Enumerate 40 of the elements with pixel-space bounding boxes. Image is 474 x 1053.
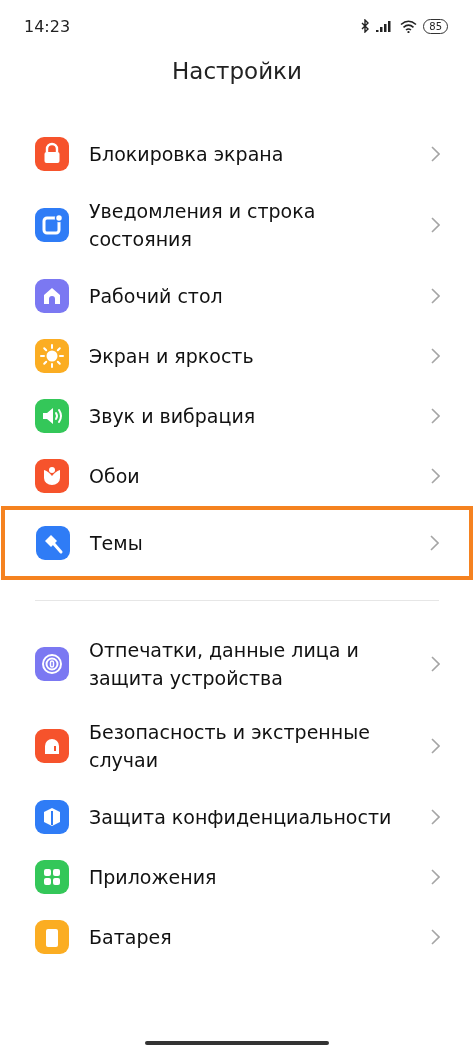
settings-item[interactable]: Защита конфиденциальности: [0, 787, 474, 847]
item-label: Рабочий стол: [89, 284, 224, 309]
bluetooth-icon: [361, 19, 371, 33]
item-label: Защита конфиденциальности: [89, 805, 393, 830]
item-label: Уведомления и строка состояния: [89, 199, 317, 252]
item-label: Блокировка экрана: [89, 142, 285, 167]
settings-item[interactable]: Звук и вибрация: [0, 386, 474, 446]
item-label: Обои: [89, 464, 141, 489]
chevron-icon: [431, 869, 440, 885]
chevron-icon: [431, 288, 440, 304]
status-time: 14:23: [24, 16, 71, 36]
settings-item[interactable]: Батарея: [0, 907, 474, 967]
item-label: Темы: [90, 531, 144, 556]
highlighted-settings-item[interactable]: Темы: [1, 506, 473, 580]
chevron-icon: [431, 738, 440, 754]
settings-item[interactable]: Приложения: [0, 847, 474, 907]
item-label: Экран и яркость: [89, 344, 255, 369]
settings-item[interactable]: Рабочий стол: [0, 266, 474, 326]
settings-item[interactable]: Экран и яркость: [0, 326, 474, 386]
settings-item[interactable]: Уведомления и строка состояния: [0, 184, 474, 266]
item-label: Отпечатки, данные лица и защита устройства: [89, 638, 360, 691]
page-title: Настройки: [171, 57, 303, 86]
item-label: Звук и вибрация: [89, 404, 257, 429]
settings-item[interactable]: Отпечатки, данные лица и защита устройства: [0, 623, 474, 705]
item-label: Безопасность и экстренные случаи: [89, 720, 371, 773]
chevron-icon: [431, 809, 440, 825]
settings-item[interactable]: Блокировка экрана: [0, 124, 474, 184]
wifi-icon: [400, 19, 418, 33]
settings-item[interactable]: Безопасность и экстренные случаи: [0, 705, 474, 787]
item-label: Батарея: [89, 925, 173, 950]
chevron-icon: [431, 468, 440, 484]
chevron-icon: [431, 656, 440, 672]
chevron-icon: [430, 535, 439, 551]
chevron-icon: [431, 929, 440, 945]
chevron-icon: [431, 217, 440, 233]
chevron-icon: [431, 146, 440, 162]
chevron-icon: [431, 408, 440, 424]
settings-item[interactable]: Обои: [0, 446, 474, 506]
item-label: Приложения: [89, 865, 218, 890]
chevron-icon: [431, 348, 440, 364]
